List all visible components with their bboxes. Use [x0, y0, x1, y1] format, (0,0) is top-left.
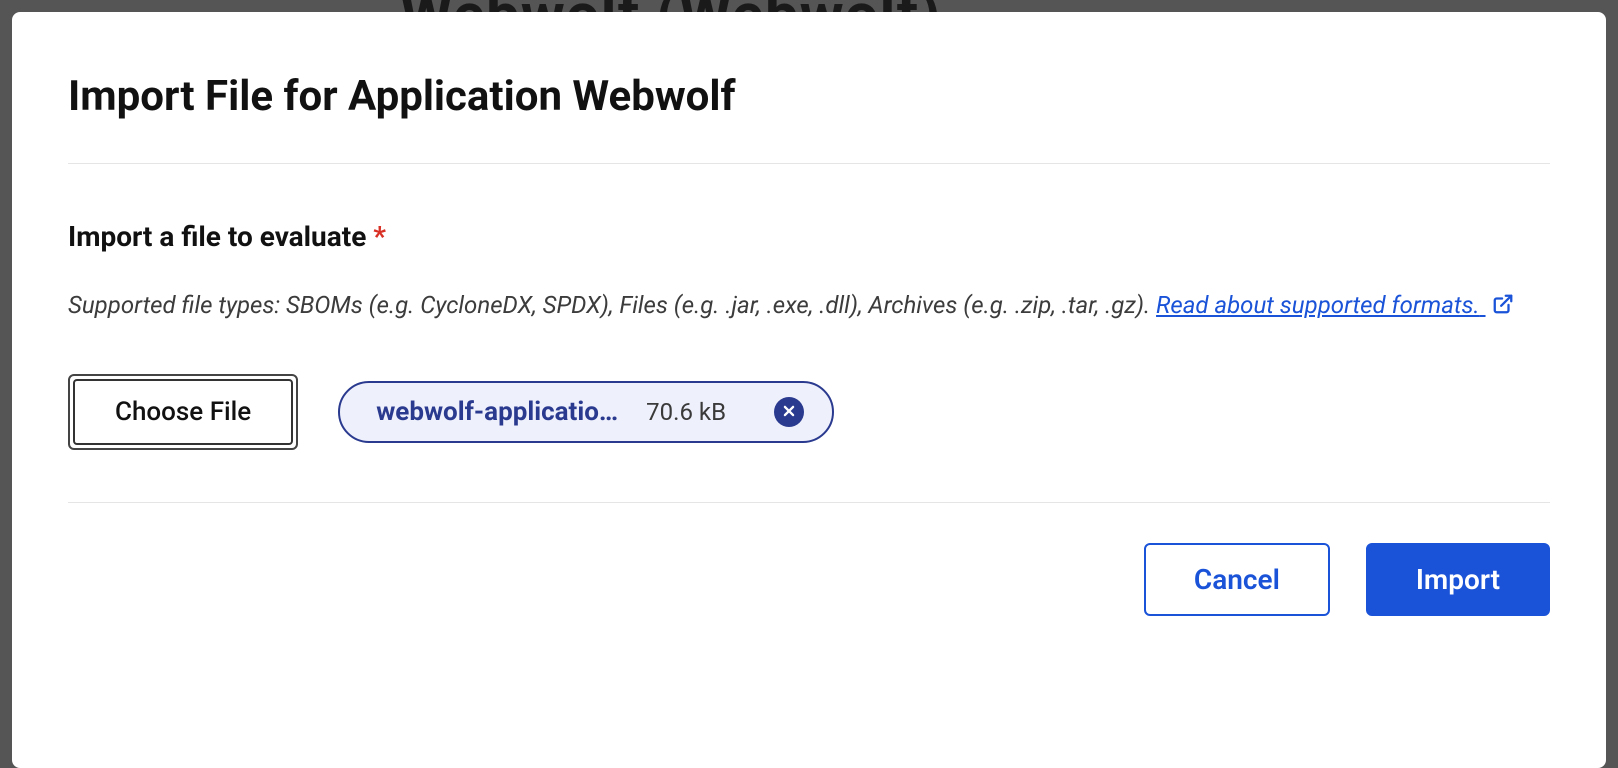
import-button[interactable]: Import: [1366, 543, 1550, 616]
help-text-prefix: Supported file types: SBOMs (e.g. Cyclon…: [68, 291, 1156, 319]
help-link-text: Read about supported formats.: [1156, 291, 1480, 319]
required-asterisk: *: [373, 220, 386, 253]
supported-formats-link[interactable]: Read about supported formats.: [1156, 291, 1513, 319]
cancel-button[interactable]: Cancel: [1144, 543, 1330, 616]
divider: [68, 163, 1550, 164]
help-text: Supported file types: SBOMs (e.g. Cyclon…: [68, 287, 1550, 326]
choose-file-focus-ring: Choose File: [68, 374, 298, 450]
selected-file-chip: webwolf-applicatio… 70.6 kB: [338, 381, 834, 443]
section-label: Import a file to evaluate *: [68, 220, 1550, 253]
choose-file-button[interactable]: Choose File: [73, 379, 293, 445]
external-link-icon: [1492, 289, 1514, 326]
selected-file-name: webwolf-applicatio…: [376, 397, 618, 427]
import-file-modal: Import File for Application Webwolf Impo…: [12, 12, 1606, 768]
close-icon: [782, 403, 796, 422]
modal-title: Import File for Application Webwolf: [68, 72, 1550, 121]
divider: [68, 502, 1550, 503]
modal-footer: Cancel Import: [68, 543, 1550, 616]
selected-file-size: 70.6 kB: [646, 398, 726, 426]
section-label-text: Import a file to evaluate: [68, 220, 366, 253]
file-selection-row: Choose File webwolf-applicatio… 70.6 kB: [68, 374, 1550, 450]
remove-file-button[interactable]: [774, 397, 804, 427]
